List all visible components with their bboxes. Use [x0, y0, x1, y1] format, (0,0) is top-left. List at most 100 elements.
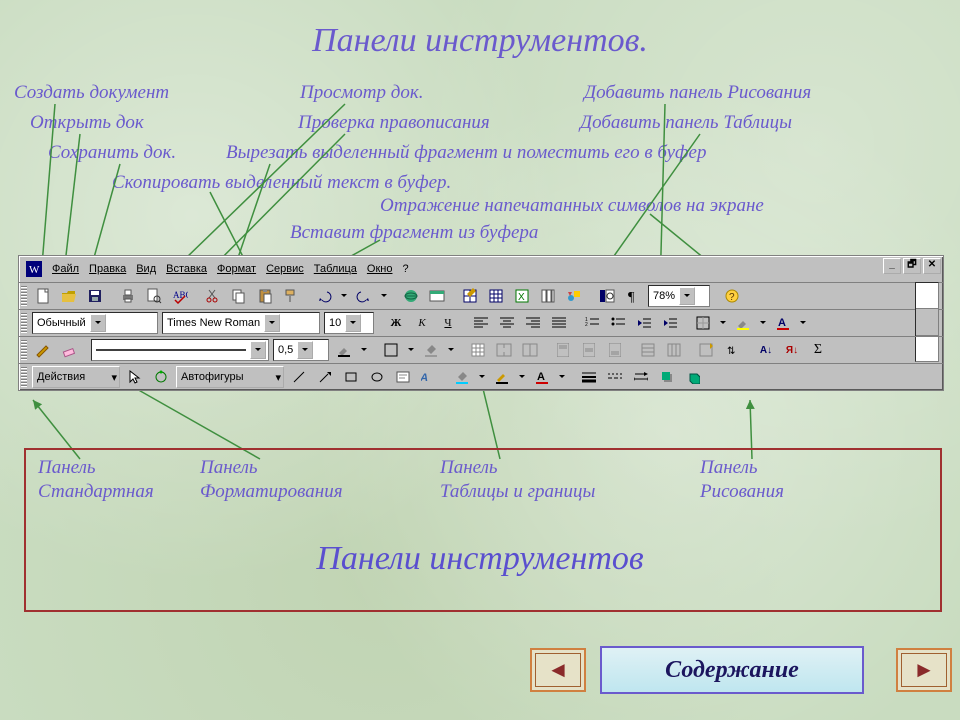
autoshapes-menu[interactable]: Автофигуры ▾ [176, 366, 284, 388]
font-combo[interactable]: Times New Roman [162, 312, 320, 334]
shadow-button[interactable] [655, 365, 679, 389]
line-style-button[interactable] [577, 365, 601, 389]
help-button[interactable]: ? [720, 284, 744, 308]
numbered-list-button[interactable]: 12 [580, 311, 604, 335]
line-color-draw-button[interactable] [490, 365, 514, 389]
outside-border-dropdown[interactable] [405, 338, 417, 362]
paste-button[interactable] [253, 284, 277, 308]
align-bottom-button[interactable] [603, 338, 627, 362]
font-color-button[interactable]: А [771, 311, 795, 335]
align-top-button[interactable] [551, 338, 575, 362]
save-doc-button[interactable] [83, 284, 107, 308]
fill-color-draw-dropdown[interactable] [476, 365, 488, 389]
line-width-combo[interactable]: 0,5 [273, 339, 329, 361]
undo-dropdown[interactable] [338, 284, 350, 308]
draw-table-button[interactable] [31, 338, 55, 362]
distribute-cols-button[interactable] [662, 338, 686, 362]
fill-color-button[interactable] [419, 338, 443, 362]
spellcheck-button[interactable]: ABC [168, 284, 192, 308]
hyperlink-button[interactable] [399, 284, 423, 308]
increase-indent-button[interactable] [658, 311, 682, 335]
line-style-combo[interactable] [91, 339, 269, 361]
drawing-panel-button[interactable] [562, 284, 586, 308]
fill-color-draw-button[interactable] [450, 365, 474, 389]
rectangle-button[interactable] [339, 365, 363, 389]
borders-dropdown[interactable] [717, 311, 729, 335]
excel-button[interactable]: X [510, 284, 534, 308]
redo-dropdown[interactable] [378, 284, 390, 308]
doc-map-button[interactable] [595, 284, 619, 308]
text-direction-button[interactable]: ⇅ [721, 338, 745, 362]
select-arrow-button[interactable] [123, 365, 147, 389]
decrease-indent-button[interactable] [632, 311, 656, 335]
font-color-draw-button[interactable]: А [530, 365, 554, 389]
highlight-dropdown[interactable] [757, 311, 769, 335]
dash-style-button[interactable] [603, 365, 627, 389]
font-color-dropdown[interactable] [797, 311, 809, 335]
autoformat-table-button[interactable] [695, 338, 719, 362]
grip-icon[interactable] [21, 340, 27, 360]
menu-edit[interactable]: Правка [84, 256, 131, 282]
borders-button[interactable] [691, 311, 715, 335]
grip-icon[interactable] [21, 367, 27, 387]
merge-cells-button[interactable] [492, 338, 516, 362]
arrow-button[interactable] [313, 365, 337, 389]
justify-button[interactable] [547, 311, 571, 335]
3d-button[interactable] [681, 365, 705, 389]
oval-button[interactable] [365, 365, 389, 389]
menu-file[interactable]: Файл [47, 256, 84, 282]
distribute-rows-button[interactable] [636, 338, 660, 362]
menu-view[interactable]: Вид [131, 256, 161, 282]
border-color-button[interactable] [332, 338, 356, 362]
autosum-button[interactable]: Σ [806, 338, 830, 362]
sort-asc-button[interactable]: А↓ [754, 338, 778, 362]
actions-menu[interactable]: Действия ▾ [32, 366, 120, 388]
copy-button[interactable] [227, 284, 251, 308]
restore-button[interactable]: 🗗 [903, 258, 921, 274]
insert-table-button[interactable] [484, 284, 508, 308]
minimize-button[interactable]: _ [883, 258, 901, 274]
eraser-button[interactable] [57, 338, 81, 362]
redo-button[interactable] [352, 284, 376, 308]
wordart-button[interactable]: A [417, 365, 441, 389]
bulleted-list-button[interactable] [606, 311, 630, 335]
arrow-style-button[interactable] [629, 365, 653, 389]
format-painter-button[interactable] [279, 284, 303, 308]
menu-table[interactable]: Таблица [309, 256, 362, 282]
menu-window[interactable]: Окно [362, 256, 398, 282]
zoom-combo[interactable]: 78% [648, 285, 710, 307]
align-left-button[interactable] [469, 311, 493, 335]
align-right-button[interactable] [521, 311, 545, 335]
columns-button[interactable] [536, 284, 560, 308]
insert-table2-button[interactable] [466, 338, 490, 362]
menu-format[interactable]: Формат [212, 256, 261, 282]
close-button[interactable]: ✕ [923, 258, 941, 274]
underline-button[interactable]: Ч [436, 311, 460, 335]
grip-icon[interactable] [21, 286, 27, 306]
open-doc-button[interactable] [57, 284, 81, 308]
new-doc-button[interactable] [31, 284, 55, 308]
outside-border-button[interactable] [379, 338, 403, 362]
italic-button[interactable]: К [410, 311, 434, 335]
print-button[interactable] [116, 284, 140, 308]
menu-service[interactable]: Сервис [261, 256, 309, 282]
rotate-button[interactable] [149, 365, 173, 389]
menu-insert[interactable]: Вставка [161, 256, 212, 282]
next-slide-button[interactable]: ► [896, 648, 952, 692]
align-center-button[interactable] [495, 311, 519, 335]
split-cells-button[interactable] [518, 338, 542, 362]
web-toolbar-button[interactable] [425, 284, 449, 308]
align-middle-button[interactable] [577, 338, 601, 362]
line-color-draw-dropdown[interactable] [516, 365, 528, 389]
highlight-button[interactable] [731, 311, 755, 335]
bold-button[interactable]: Ж [384, 311, 408, 335]
textbox-button[interactable] [391, 365, 415, 389]
font-size-combo[interactable]: 10 [324, 312, 374, 334]
style-combo[interactable]: Обычный [32, 312, 158, 334]
tables-borders-button[interactable] [458, 284, 482, 308]
grip-icon[interactable] [21, 313, 27, 333]
font-color-draw-dropdown[interactable] [556, 365, 568, 389]
print-preview-button[interactable] [142, 284, 166, 308]
undo-button[interactable] [312, 284, 336, 308]
sort-desc-button[interactable]: Я↓ [780, 338, 804, 362]
